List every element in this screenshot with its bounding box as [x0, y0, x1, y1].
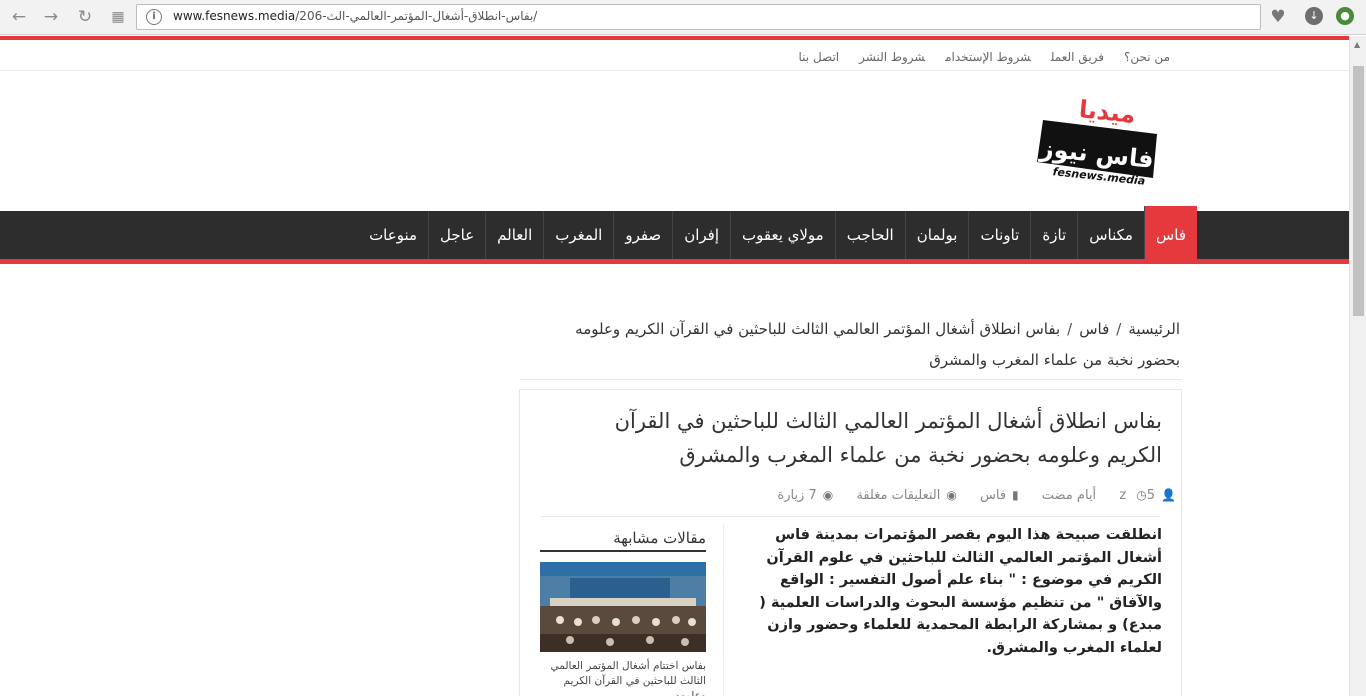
top-links-divider — [0, 70, 1349, 71]
download-icon[interactable]: ↓ — [1305, 7, 1323, 25]
top-link-terms-publish[interactable]: شروط النشر — [859, 50, 925, 64]
address-bar[interactable]: i www.fesnews.media/206-بفاس-انطلاق-أشغا… — [136, 4, 1261, 30]
top-links-bar: من نحن؟ فريق العمل شروط الإستخدام شروط النش… — [779, 46, 1170, 66]
author-name[interactable]: z — [1119, 488, 1126, 503]
nav-item-morocco[interactable]: المغرب — [543, 211, 613, 259]
forward-arrow-icon[interactable]: → — [40, 6, 62, 28]
top-link-team[interactable]: فريق العمل — [1051, 50, 1104, 64]
browser-toolbar: ← → ↻ ▦ i www.fesnews.media/206-بفاس-انط… — [0, 0, 1366, 35]
nav-item-meknes[interactable]: مكناس — [1077, 211, 1144, 259]
apps-grid-icon[interactable]: ▦ — [107, 6, 129, 28]
nav-item-misc[interactable]: منوعات — [358, 211, 428, 259]
meta-views: ◉ 7 زيارة — [777, 488, 833, 503]
scroll-up-icon[interactable]: ▲ — [1354, 40, 1360, 49]
article-body: انطلقت صبيحة هذا اليوم بقصر المؤتمرات بم… — [759, 527, 1162, 656]
reload-icon[interactable]: ↻ — [74, 6, 96, 28]
profile-icon[interactable]: ● — [1336, 7, 1354, 25]
site-info-icon[interactable]: i — [146, 9, 162, 25]
breadcrumb-divider — [520, 379, 1182, 380]
nav-item-ifrane[interactable]: إفران — [672, 211, 730, 259]
nav-item-taounate[interactable]: تاونات — [968, 211, 1030, 259]
back-arrow-icon[interactable]: ← — [8, 6, 30, 28]
nav-item-sefrou[interactable]: صفرو — [613, 211, 672, 259]
scroll-thumb[interactable] — [1353, 66, 1364, 316]
article-meta: 👤 z ◷5 أيام مضت ▮ فاس ◉ التعليقات مغلقة ◉ 7 … — [758, 488, 1176, 503]
related-article-image[interactable] — [540, 562, 706, 652]
breadcrumb-separator: / — [1116, 320, 1122, 338]
url-text: www.fesnews.media/206-بفاس-انطلاق-أشغال-… — [173, 9, 537, 23]
comments-status: التعليقات مغلقة — [856, 488, 941, 503]
nav-item-el-hajeb[interactable]: الحاجب — [834, 211, 905, 259]
breadcrumb: الرئيسية/فاس/بفاس انطلاق أشغال المؤتمر ا… — [540, 314, 1180, 376]
breadcrumb-separator: / — [1067, 320, 1073, 338]
meta-divider — [540, 516, 1160, 517]
related-heading: مقالات مشابهة — [613, 529, 706, 547]
article-category[interactable]: فاس — [980, 488, 1006, 503]
breadcrumb-home[interactable]: الرئيسية — [1128, 320, 1180, 338]
top-link-terms-use[interactable]: شروط الإستخدام — [945, 50, 1031, 64]
view-count: 7 زيارة — [777, 488, 817, 503]
article-title: بفاس انطلاق أشغال المؤتمر العالمي الثالث… — [614, 409, 1162, 467]
url-domain: www.fesnews.media — [173, 9, 296, 23]
logo-media-text: ميديا — [1078, 95, 1137, 129]
comments-icon: ◉ — [946, 488, 957, 502]
nav-item-taza[interactable]: تازة — [1030, 211, 1077, 259]
meta-date: ◷5 أيام مضت — [1042, 488, 1155, 503]
nav-item-boulemane[interactable]: بولمان — [904, 211, 969, 259]
eye-icon: ◉ — [822, 488, 834, 502]
folder-icon: ▮ — [1012, 488, 1019, 502]
nav-item-world[interactable]: العالم — [485, 211, 543, 259]
meta-category[interactable]: ▮ فاس — [980, 488, 1019, 503]
navbar-accent-line — [0, 259, 1349, 264]
top-link-contact[interactable]: اتصل بنا — [799, 50, 840, 64]
page-scrollbar[interactable]: ▲ — [1349, 36, 1366, 696]
nav-item-moulay-yacoub[interactable]: مولاي يعقوب — [730, 211, 835, 259]
clock-icon: ◷ — [1136, 488, 1147, 502]
url-path: /206-بفاس-انطلاق-أشغال-المؤتمر-العالمي-ا… — [295, 9, 538, 23]
bookmark-heart-icon[interactable]: ♥ — [1266, 5, 1290, 29]
top-accent-line — [0, 36, 1349, 40]
user-icon: 👤 — [1161, 488, 1176, 502]
nav-item-breaking[interactable]: عاجل — [428, 211, 485, 259]
breadcrumb-category[interactable]: فاس — [1079, 320, 1109, 338]
related-article-caption[interactable]: بفاس اختتام أشغال المؤتمر العالمي الثالث… — [540, 659, 706, 696]
nav-item-fes[interactable]: فاس — [1143, 206, 1197, 259]
meta-comments: ◉ التعليقات مغلقة — [856, 488, 956, 503]
site-logo[interactable]: ميديا فاس نيوز fesnews.media — [1035, 92, 1165, 188]
top-link-about[interactable]: من نحن؟ — [1124, 50, 1170, 64]
main-nav-items: فاس مكناس تازة تاونات بولمان الحاجب مولا… — [358, 206, 1197, 259]
content-divider — [723, 524, 724, 696]
related-articles: مقالات مشابهة بفاس اختتام أشغال المؤتمر … — [540, 524, 706, 696]
related-heading-underline — [540, 550, 706, 552]
